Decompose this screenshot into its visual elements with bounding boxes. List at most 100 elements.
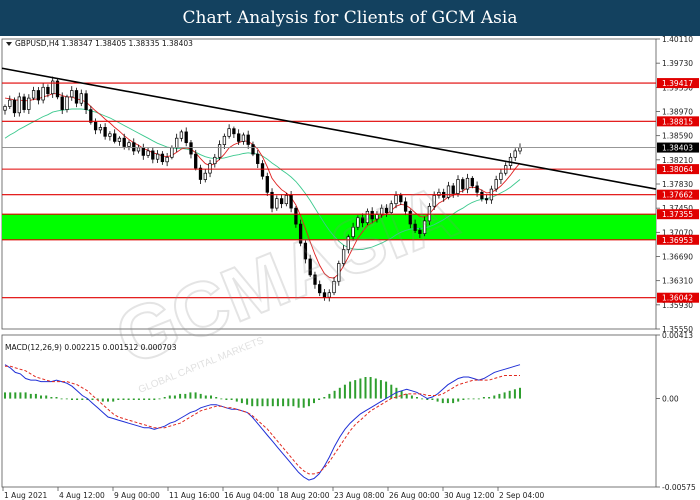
macd-histogram-bar [9, 392, 12, 399]
macd-histogram-bar [163, 397, 166, 399]
y-tick-label: 1.37830 [662, 180, 693, 189]
macd-histogram-bar [210, 395, 212, 399]
macd-histogram-bar [333, 390, 336, 399]
macd-histogram-bar [323, 397, 326, 399]
candle [108, 133, 112, 137]
x-tick-label: 26 Aug 00:00 [389, 491, 440, 500]
macd-histogram-bar [19, 392, 22, 399]
macd-histogram-bar [122, 398, 125, 400]
y-tick-label: 1.40110 [662, 36, 693, 44]
macd-histogram-bar [4, 392, 6, 399]
candle [241, 134, 246, 142]
candle [217, 144, 222, 158]
candle [265, 176, 269, 193]
macd-histogram-bar [513, 389, 516, 399]
candle [31, 90, 36, 99]
macd-histogram-bar [117, 398, 120, 400]
level-label: 1.36953 [662, 236, 693, 245]
candle [127, 142, 131, 147]
candle [284, 195, 288, 205]
macd-histogram-bar [91, 398, 94, 400]
candle [79, 93, 83, 104]
candle [89, 109, 93, 123]
candle [27, 97, 31, 110]
candle [208, 163, 212, 174]
macd-histogram-bar [24, 392, 27, 399]
macd-histogram-bar [153, 398, 156, 400]
level-label: 1.37662 [662, 191, 693, 200]
candle [151, 150, 155, 160]
candle [513, 150, 517, 158]
macd-histogram-bar [132, 398, 135, 400]
candle [227, 128, 231, 137]
macd-panel: 0.00413 0.00 -0.00575 [1, 331, 696, 492]
macd-histogram-bar [498, 393, 501, 399]
level-label: 1.39417 [662, 79, 693, 88]
candle [60, 96, 64, 110]
macd-histogram-bar [204, 395, 207, 399]
macd-histogram-bar [338, 387, 341, 399]
candle [22, 96, 26, 110]
candle [289, 195, 293, 209]
candle [141, 147, 145, 156]
candle [237, 133, 241, 142]
macd-histogram-bar [71, 398, 73, 400]
candle [93, 121, 98, 131]
y-tick-label: 1.38210 [662, 156, 693, 165]
macd-histogram-bar [29, 393, 32, 399]
x-tick-label: 23 Aug 08:00 [334, 491, 385, 500]
candle [160, 153, 165, 163]
x-tick-label: 2 Sep 04:00 [499, 491, 545, 500]
candle [456, 179, 460, 194]
candle [179, 131, 184, 139]
macd-histogram-bar [472, 398, 475, 400]
macd-title: MACD(12,26,9) 0.002215 0.001512 0.000703 [5, 343, 177, 352]
macd-histogram-bar [240, 398, 243, 404]
macd-histogram-bar [446, 398, 449, 404]
candle [184, 131, 188, 144]
candle [113, 133, 117, 142]
candle [74, 90, 79, 104]
candle [475, 185, 479, 193]
macd-histogram-bar [266, 398, 269, 407]
macd-histogram-bar [385, 381, 388, 399]
candle [222, 135, 227, 145]
macd-histogram-bar [374, 378, 377, 399]
candle [256, 153, 260, 164]
candle [36, 90, 41, 101]
macd-histogram-bar [173, 395, 176, 399]
header-title: Chart Analysis for Clients of GCM Asia [0, 0, 700, 36]
candle [470, 177, 474, 187]
candle [451, 185, 455, 194]
macd-histogram-bar [364, 377, 367, 399]
macd-histogram-bar [307, 398, 310, 407]
macd-histogram-bar [462, 398, 465, 400]
x-tick-label: 18 Aug 20:00 [279, 491, 330, 500]
candle [175, 137, 179, 149]
macd-histogram-bar [482, 397, 485, 399]
candle [260, 163, 265, 177]
macd-histogram-bar [343, 384, 346, 399]
macd-histogram-bar [251, 398, 254, 407]
macd-histogram-bar [199, 393, 202, 399]
candle [198, 167, 203, 180]
candle [203, 172, 207, 180]
macd-histogram-bar [246, 398, 249, 405]
candle [465, 177, 470, 190]
macd-histogram-bar [184, 393, 187, 399]
macd-histogram-bar [127, 398, 130, 400]
candle [189, 142, 193, 155]
candle [194, 153, 198, 169]
macd-histogram-bar [60, 398, 63, 400]
macd-histogram-bar [76, 398, 79, 400]
candle [3, 106, 7, 111]
macd-histogram-bar [519, 387, 521, 399]
candle [494, 179, 498, 190]
macd-histogram-bar [400, 390, 403, 399]
macd-histogram-bar [292, 398, 295, 407]
y-tick-label: 1.38590 [662, 132, 693, 141]
macd-histogram-bar [143, 398, 146, 400]
macd-y-tick-label: -0.00575 [662, 483, 696, 492]
macd-histogram-bar [416, 397, 418, 399]
level-label: 1.38815 [662, 117, 693, 126]
